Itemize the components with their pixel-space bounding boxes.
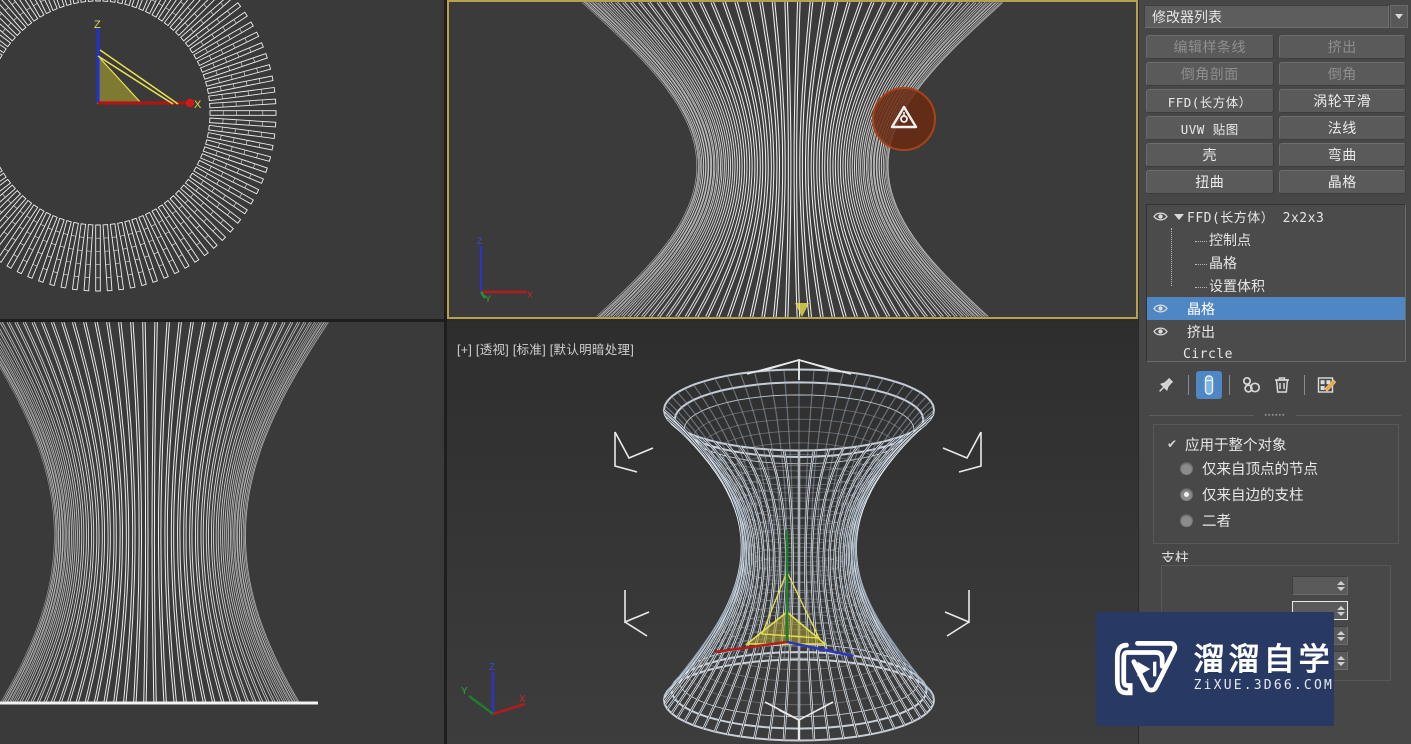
apply-to-entire-object-row[interactable]: ✔ 应用于整个对象 bbox=[1154, 433, 1398, 455]
apply-to-entire-object-label: 应用于整个对象 bbox=[1185, 437, 1287, 454]
modifier-button-7[interactable]: 法线 bbox=[1278, 116, 1406, 140]
radio-option-0[interactable]: 仅来自顶点的节点 bbox=[1154, 455, 1398, 481]
radio-label-0: 仅来自顶点的节点 bbox=[1202, 461, 1318, 478]
viewport-bottom-left[interactable]: Y X bbox=[0, 322, 444, 744]
axis-label-x: X bbox=[194, 99, 202, 111]
spinner-row-0[interactable] bbox=[1162, 574, 1390, 597]
play-logo-icon bbox=[1114, 640, 1178, 696]
radio-label-1: 仅来自边的支柱 bbox=[1202, 487, 1304, 504]
radio-icon-2[interactable] bbox=[1180, 513, 1193, 527]
chevron-down-icon[interactable] bbox=[1390, 5, 1408, 28]
modifier-stack-item-0[interactable]: FFD(长方体） 2x2x3 bbox=[1147, 205, 1405, 228]
checkbox-icon[interactable]: ✔ bbox=[1166, 438, 1178, 450]
modifier-list-label: 修改器列表 bbox=[1152, 8, 1222, 25]
modifier-stack-list: FFD(长方体） 2x2x3 控制点 晶格 设置体积 晶格 挤出 Circle bbox=[1147, 205, 1405, 362]
modifier-stack-label-5: 挤出 bbox=[1187, 323, 1215, 340]
modifier-stack-label-4: 晶格 bbox=[1187, 300, 1215, 317]
radio-icon-1[interactable] bbox=[1180, 487, 1193, 501]
app-root: Z X Z X Y [+] [透视] [标准] [默认明暗处理] Z X Y 修… bbox=[0, 0, 1411, 744]
modifier-stack-label-3: 设置体积 bbox=[1171, 276, 1265, 296]
modifier-stack-label-0: FFD(长方体） 2x2x3 bbox=[1187, 211, 1325, 226]
modifier-button-11[interactable]: 晶格 bbox=[1278, 170, 1406, 194]
modifier-list-row[interactable]: 修改器列表 bbox=[1144, 4, 1408, 29]
make-unique-icon[interactable] bbox=[1237, 371, 1267, 399]
svg-text:Z: Z bbox=[477, 236, 483, 246]
modifier-stack-item-6[interactable]: Circle bbox=[1147, 343, 1405, 362]
axis-label-z: Z bbox=[94, 19, 101, 31]
transform-gizmo-top[interactable]: Z X bbox=[78, 18, 208, 138]
viewport-top-left[interactable]: Z X bbox=[0, 0, 444, 319]
eye-visible-icon[interactable] bbox=[1149, 326, 1171, 337]
viewport-divider-horizontal[interactable] bbox=[0, 319, 444, 322]
modifier-button-1[interactable]: 挤出 bbox=[1278, 35, 1406, 59]
modifier-button-6[interactable]: UVW 贴图 bbox=[1146, 116, 1274, 140]
modifier-stack-item-1[interactable]: 控制点 bbox=[1147, 228, 1405, 251]
watermark-en: ZiXUE.3D66.COM bbox=[1193, 678, 1334, 693]
spinner-arrows-3[interactable] bbox=[1336, 653, 1345, 668]
front-view-wireframe bbox=[581, 2, 1004, 317]
pin-stack-icon[interactable] bbox=[1151, 371, 1181, 399]
pivot-marker-icon bbox=[795, 303, 809, 317]
eye-visible-icon[interactable] bbox=[1149, 303, 1171, 314]
svg-text:X: X bbox=[519, 694, 526, 705]
modifier-button-5[interactable]: 涡轮平滑 bbox=[1278, 89, 1406, 113]
stack-tree-branch bbox=[1171, 228, 1172, 286]
modifier-stack-item-3[interactable]: 设置体积 bbox=[1147, 274, 1405, 297]
spinner-arrows-0[interactable] bbox=[1336, 578, 1345, 593]
svg-text:X: X bbox=[527, 290, 533, 300]
modifier-stack-label-6: Circle bbox=[1183, 347, 1233, 362]
show-end-result-icon[interactable] bbox=[1196, 371, 1222, 399]
geometry-radio-group: 仅来自顶点的节点 仅来自边的支柱 二者 bbox=[1154, 455, 1398, 533]
svg-text:Z: Z bbox=[489, 662, 495, 673]
modifier-stack[interactable]: FFD(长方体） 2x2x3 控制点 晶格 设置体积 晶格 挤出 Circle bbox=[1146, 204, 1406, 362]
modifier-button-4[interactable]: FFD(长方体） bbox=[1146, 89, 1274, 113]
modifier-stack-item-5[interactable]: 挤出 bbox=[1147, 320, 1405, 343]
watermark-cn: 溜溜自学 bbox=[1193, 642, 1334, 677]
spinner-arrows-2[interactable] bbox=[1336, 628, 1345, 643]
spinner-arrows-1[interactable] bbox=[1336, 603, 1345, 618]
viewport-top-middle[interactable]: Z X Y bbox=[447, 0, 1138, 319]
viewport-divider-vertical[interactable] bbox=[444, 0, 447, 744]
modifier-button-10[interactable]: 扭曲 bbox=[1146, 170, 1274, 194]
modifier-list-combo[interactable]: 修改器列表 bbox=[1144, 5, 1389, 28]
svg-text:Y: Y bbox=[485, 294, 491, 304]
remove-modifier-icon[interactable] bbox=[1267, 371, 1297, 399]
expand-triangle-icon[interactable] bbox=[1171, 213, 1187, 220]
perspective-wireframe bbox=[614, 358, 982, 742]
rollout-grip[interactable]: ▪▪▪▪▪▪ bbox=[1149, 410, 1401, 420]
modifier-stack-toolbar bbox=[1139, 362, 1411, 408]
radio-label-2: 二者 bbox=[1202, 513, 1231, 530]
svg-text:Y: Y bbox=[461, 686, 468, 697]
eye-visible-icon[interactable] bbox=[1149, 211, 1171, 222]
viewport-perspective[interactable]: [+] [透视] [标准] [默认明暗处理] Z X Y bbox=[447, 322, 1138, 744]
modifier-button-9[interactable]: 弯曲 bbox=[1278, 143, 1406, 167]
modifier-stack-item-4[interactable]: 晶格 bbox=[1147, 297, 1405, 320]
watermark-overlay: 溜溜自学 ZiXUE.3D66.COM bbox=[1096, 612, 1334, 726]
manipulator-gizmo-icon[interactable] bbox=[867, 82, 941, 156]
axis-tripod-front: Z X Y bbox=[469, 234, 539, 304]
modifier-button-2[interactable]: 倒角剖面 bbox=[1146, 62, 1274, 86]
radio-option-1[interactable]: 仅来自边的支柱 bbox=[1154, 481, 1398, 507]
modifier-stack-item-2[interactable]: 晶格 bbox=[1147, 251, 1405, 274]
modifier-button-8[interactable]: 壳 bbox=[1146, 143, 1274, 167]
modifier-button-0[interactable]: 编辑样条线 bbox=[1146, 35, 1274, 59]
spinner-field-0[interactable] bbox=[1292, 576, 1348, 595]
radio-icon-0[interactable] bbox=[1180, 461, 1193, 475]
struts-section-title: 支柱 bbox=[1161, 550, 1189, 562]
modifier-button-grid: 编辑样条线 挤出 倒角剖面 倒角 FFD(长方体） 涡轮平滑 UVW 贴图 法线壳弯曲 扭曲 晶格 bbox=[1139, 29, 1411, 199]
modifier-stack-label-2: 晶格 bbox=[1171, 253, 1237, 273]
modifier-stack-label-1: 控制点 bbox=[1171, 230, 1251, 250]
radio-option-2[interactable]: 二者 bbox=[1154, 507, 1398, 533]
configure-modifier-sets-icon[interactable] bbox=[1312, 371, 1342, 399]
lattice-parameters-group: ✔ 应用于整个对象 仅来自顶点的节点 仅来自边的支柱 二者 bbox=[1153, 424, 1399, 544]
left-view-wireframe bbox=[0, 322, 329, 705]
axis-tripod-perspective: Z X Y bbox=[453, 652, 533, 732]
modifier-button-3[interactable]: 倒角 bbox=[1278, 62, 1406, 86]
top-view-wireframe bbox=[0, 0, 277, 292]
